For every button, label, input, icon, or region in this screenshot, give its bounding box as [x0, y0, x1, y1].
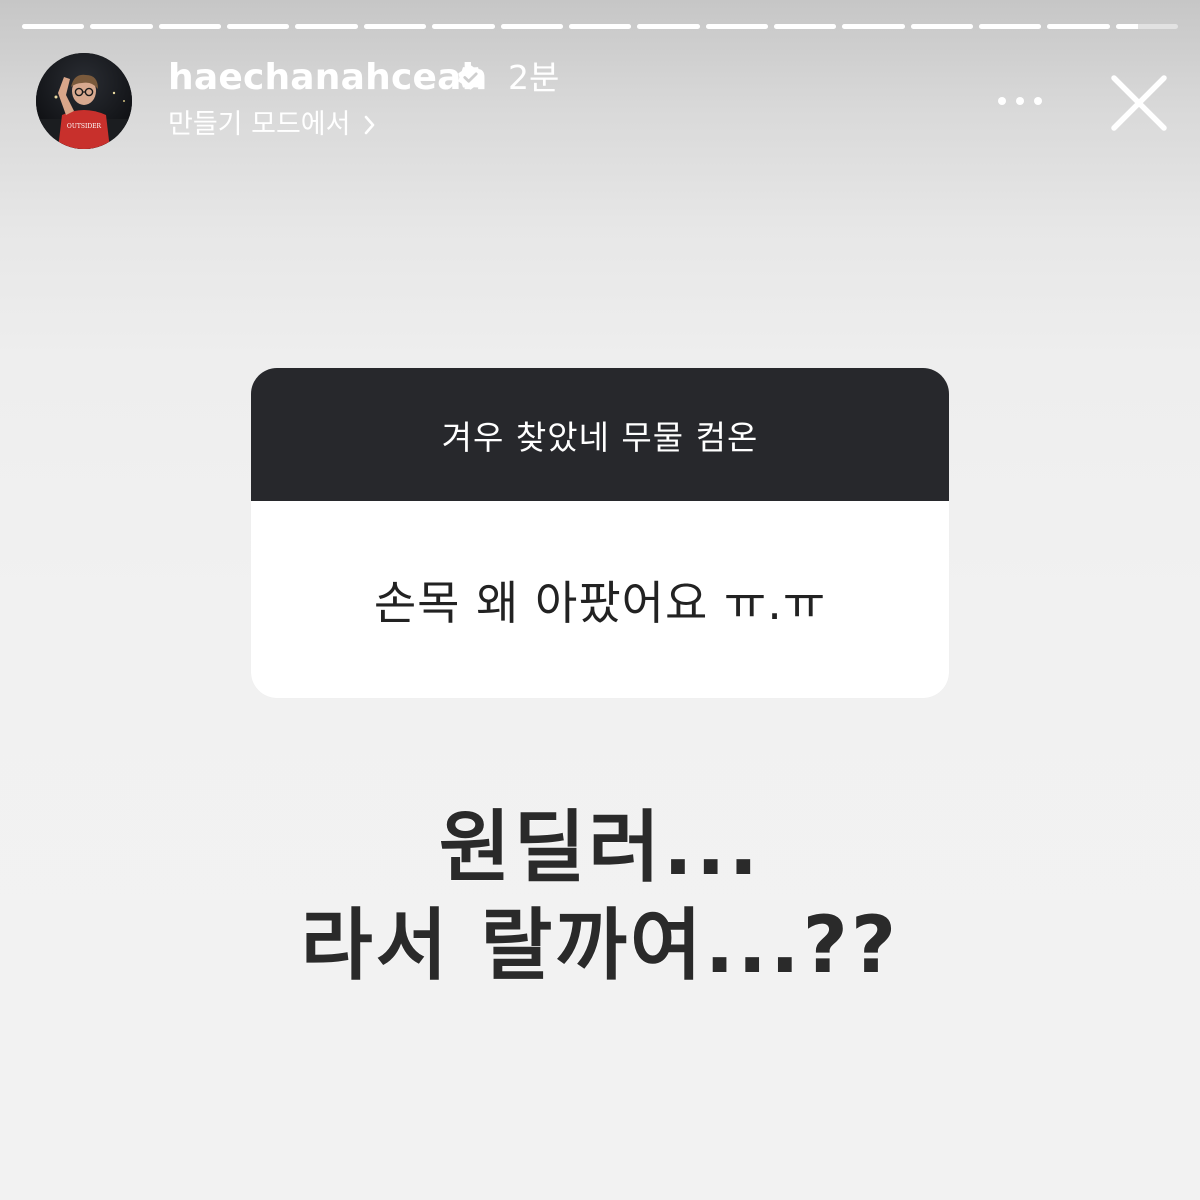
story-progress-segment [363, 24, 427, 29]
question-sticker: 겨우 찾았네 무물 컴온 손목 왜 아팠어요 ㅠ.ㅠ [251, 368, 949, 698]
story-progress-fill [227, 24, 290, 29]
story-timestamp: 2분 [508, 58, 560, 97]
more-options-icon[interactable] [992, 84, 1048, 118]
creation-mode-label: 만들기 모드에서 [168, 109, 351, 140]
story-progress-segment [910, 24, 974, 29]
question-sticker-question: 손목 왜 아팠어요 ㅠ.ㅠ [373, 575, 827, 630]
story-progress-segment [295, 24, 358, 29]
story-progress-segment [22, 24, 85, 29]
story-progress-segment [500, 24, 563, 29]
verified-badge-icon [458, 64, 483, 90]
story-progress-fill [568, 24, 632, 29]
story-progress-fill [158, 24, 222, 29]
avatar[interactable]: OUTSIDER [36, 53, 132, 149]
story-progress-segment [227, 24, 290, 29]
story-progress-segment [842, 24, 905, 29]
story-progress-fill [1115, 24, 1138, 29]
story-progress-fill [1047, 24, 1110, 29]
answer-text-line-2: 라서 랄까여...?? [300, 901, 900, 991]
story-progress-segment [979, 24, 1042, 29]
story-progress-segment [568, 24, 632, 29]
story-progress-fill [363, 24, 427, 29]
story-progress-segment [90, 24, 153, 29]
story-progress-segment [432, 24, 495, 29]
story-progress-segment [1047, 24, 1110, 29]
story-progress-fill [773, 24, 837, 29]
story-progress-fill [22, 24, 85, 29]
story-progress-fill [705, 24, 768, 29]
answer-text-line-1: 원딜러... [438, 803, 762, 893]
story-progress-segment [773, 24, 837, 29]
story-progress-segment [705, 24, 768, 29]
question-sticker-prompt: 겨우 찾았네 무물 컴온 [251, 368, 949, 501]
close-icon[interactable] [1106, 70, 1172, 136]
story-progress-segment [637, 24, 700, 29]
story-progress-fill [432, 24, 495, 29]
story-progress-fill [637, 24, 700, 29]
story-progress-fill [295, 24, 358, 29]
story-progress-fill [90, 24, 153, 29]
story-progress-bar [22, 24, 1179, 29]
creation-mode-link[interactable]: 만들기 모드에서 [168, 105, 378, 145]
avatar-image: OUTSIDER [36, 53, 132, 149]
svg-text:OUTSIDER: OUTSIDER [67, 123, 102, 130]
username[interactable]: haechanahceah [168, 56, 487, 100]
story-progress-fill [842, 24, 905, 29]
story-progress-fill [910, 24, 974, 29]
story-progress-fill [979, 24, 1042, 29]
chevron-right-icon [365, 115, 375, 135]
story-progress-fill [500, 24, 563, 29]
story-progress-segment [1115, 24, 1179, 29]
story-progress-segment [158, 24, 222, 29]
